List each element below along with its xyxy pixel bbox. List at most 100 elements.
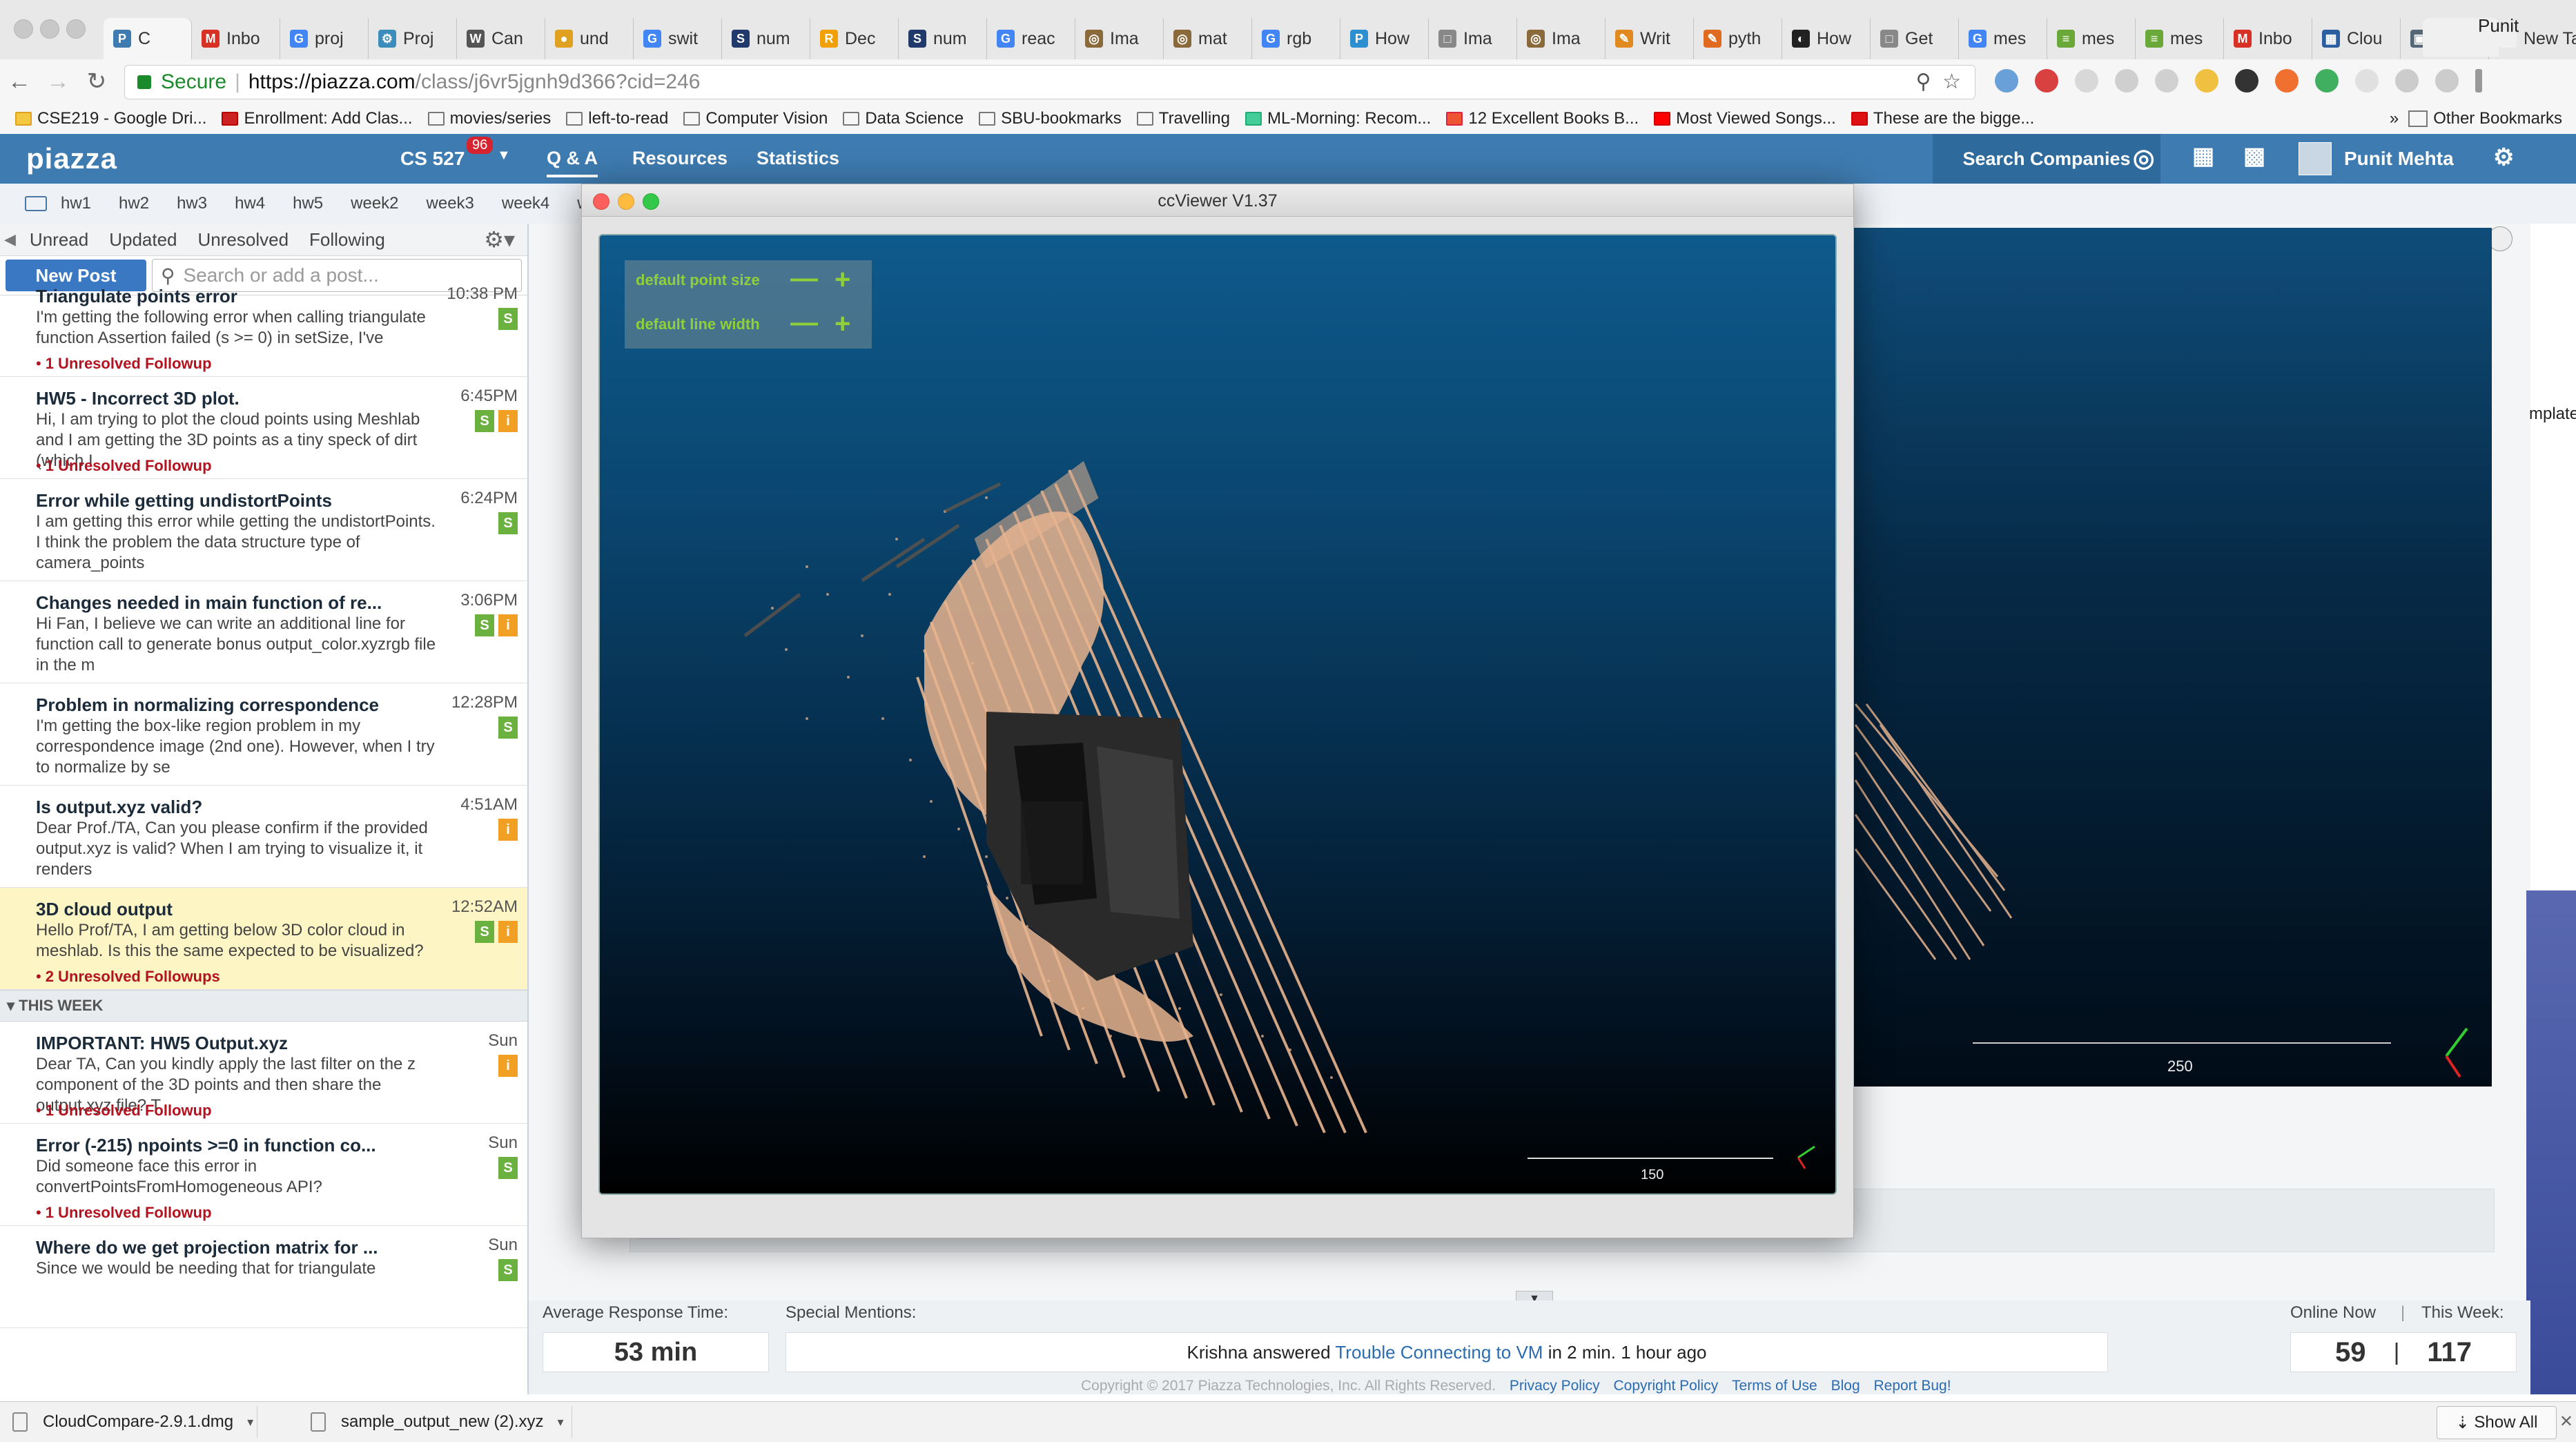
browser-tab[interactable]: ◐ How [1782,18,1871,59]
browser-tab[interactable]: ✎ pyth [1694,18,1782,59]
browser-tab[interactable]: Gswit [634,18,722,59]
point-size-decrease-button[interactable]: — [790,264,818,292]
search-companies-button[interactable]: Search Companies [1933,134,2160,184]
extension-icon[interactable] [2115,69,2138,92]
line-width-increase-button[interactable]: + [835,310,850,338]
filter-unresolved[interactable]: Unresolved [198,229,289,251]
bookmark-folder[interactable]: SBU-bookmarks [979,109,1122,128]
calendar-icon[interactable]: ▦ [2192,142,2214,170]
filter-following[interactable]: Following [309,229,385,251]
tab-resources[interactable]: Resources [632,148,728,169]
browser-tab[interactable]: ⚙ Proj [369,18,457,59]
terms-of-use-link[interactable]: Terms of Use [1732,1378,1817,1394]
browser-tab[interactable]: ≡ mes [2047,18,2136,59]
close-icon[interactable]: ✕ [2559,1412,2573,1432]
extension-icon[interactable] [2195,69,2218,92]
tab-qa[interactable]: Q & A [547,148,598,177]
other-bookmarks[interactable]: » Other Bookmarks [2390,104,2562,134]
bookmark-folder[interactable]: movies/series [427,109,551,128]
chevron-right-icon[interactable]: » [2390,109,2399,128]
filter-updated[interactable]: Updated [109,229,177,251]
bookmark-star-icon[interactable]: ☆ [1942,70,1961,93]
forward-button[interactable]: → [41,65,75,98]
folder-icon[interactable] [25,196,47,211]
download-item[interactable]: CloudCompare-2.9.1.dmg ▾ [0,1406,257,1438]
extension-icon[interactable] [2395,69,2419,92]
browser-tab[interactable]: M Inbo [192,18,280,59]
folder-hw3[interactable]: hw3 [177,194,207,213]
bookmark-item[interactable]: 12 Excellent Books B... [1446,109,1639,128]
extension-icon[interactable] [1995,69,2018,92]
line-width-decrease-button[interactable]: — [790,309,818,336]
chevron-down-icon[interactable]: ▾ [247,1415,253,1430]
show-all-downloads-button[interactable]: ⇣ Show All [2437,1406,2557,1439]
mention-link[interactable]: Trouble Connecting to VM [1335,1342,1543,1363]
extension-icon[interactable] [2355,69,2379,92]
post-item[interactable]: Error (-215) npoints >=0 in function co.… [0,1124,527,1226]
tab-statistics[interactable]: Statistics [757,148,839,169]
bookmark-item[interactable]: Enrollment: Add Clas... [222,109,413,128]
bookmark-folder[interactable]: left-to-read [566,109,668,128]
post-item[interactable]: HW5 - Incorrect 3D plot. Hi, I am trying … [0,377,527,479]
browser-tab[interactable]: □ Get [1871,18,1959,59]
back-button[interactable]: ← [3,65,36,98]
folder-week4[interactable]: week4 [502,194,549,213]
folder-hw1[interactable]: hw1 [61,194,91,213]
browser-tab[interactable]: Grgb [1252,18,1340,59]
extension-icon[interactable] [2155,69,2178,92]
window-close-button[interactable] [14,19,33,39]
browser-tab[interactable]: Greac [987,18,1075,59]
post-item[interactable]: 3D cloud output Hello Prof/TA, I am getti… [0,888,527,990]
avatar[interactable] [2299,142,2332,175]
user-name[interactable]: Punit Mehta [2344,148,2454,170]
gear-icon[interactable]: ⚙ [2493,144,2514,171]
browser-tab[interactable]: ✎ Writ [1606,18,1694,59]
browser-tab[interactable]: ● und [545,18,634,59]
folder-hw2[interactable]: hw2 [119,194,149,213]
bookmark-folder[interactable]: Data Science [843,109,964,128]
extension-icon[interactable] [2275,69,2299,92]
window-minimize-button[interactable] [40,19,59,39]
post-item[interactable]: Triangulate points error I'm getting the … [0,275,527,377]
post-item[interactable]: Where do we get projection matrix for ..… [0,1226,527,1328]
browser-tab[interactable]: R Dec [810,18,899,59]
browser-tab[interactable]: □ Ima [1429,18,1517,59]
collapse-arrow-icon[interactable]: ◀ [4,231,16,249]
copyright-policy-link[interactable]: Copyright Policy [1613,1378,1718,1394]
chevron-down-icon[interactable]: ▾ [557,1415,563,1430]
post-item[interactable]: Is output.xyz valid? Dear Prof./TA, Can y… [0,786,527,888]
browser-tab[interactable]: Snum [722,18,810,59]
globe-icon[interactable]: ◎ [2133,144,2154,173]
post-item[interactable]: Changes needed in main function of re...… [0,581,527,683]
extension-icon[interactable] [2035,69,2058,92]
section-header-this-week[interactable]: ▾ THIS WEEK [0,990,527,1022]
browser-tab[interactable]: W Can [457,18,545,59]
folder-week2[interactable]: week2 [351,194,398,213]
browser-tab[interactable]: Snum [899,18,987,59]
browser-tab[interactable]: PC [104,18,192,59]
chat-icon[interactable]: ▩ [2243,142,2265,170]
browser-tab[interactable]: Gproj [280,18,369,59]
zoom-icon[interactable]: ⚲ [1915,70,1931,93]
extension-icon[interactable] [2075,69,2098,92]
window-zoom-button[interactable] [66,19,86,39]
browser-tab[interactable]: M Inbo [2224,18,2312,59]
folder-hw5[interactable]: hw5 [293,194,323,213]
browser-tab[interactable]: ◎ Ima [1075,18,1164,59]
browser-tab[interactable]: Gmes [1959,18,2047,59]
ccviewer-titlebar[interactable]: ccViewer V1.37 [582,184,1853,217]
download-item[interactable]: sample_output_new (2).xyz ▾ [298,1406,572,1438]
extension-icon[interactable] [2435,69,2459,92]
browser-profile-name[interactable]: Punit [2478,15,2519,37]
filter-unread[interactable]: Unread [30,229,88,251]
browser-tab[interactable]: P How [1340,18,1429,59]
privacy-policy-link[interactable]: Privacy Policy [1510,1378,1600,1394]
chevron-down-icon[interactable]: ▼ [497,148,511,164]
point-size-increase-button[interactable]: + [835,266,850,293]
browser-tab[interactable]: ▦ Clou [2312,18,2401,59]
bookmark-folder[interactable]: Computer Vision [683,109,828,128]
address-bar[interactable]: Secure | https://piazza.com/class/j6vr5j… [124,65,1975,99]
extension-icon[interactable] [2235,69,2258,92]
post-item[interactable]: IMPORTANT: HW5 Output.xyz Dear TA, Can yo… [0,1022,527,1124]
bookmark-item[interactable]: CSE219 - Google Dri... [15,109,206,128]
